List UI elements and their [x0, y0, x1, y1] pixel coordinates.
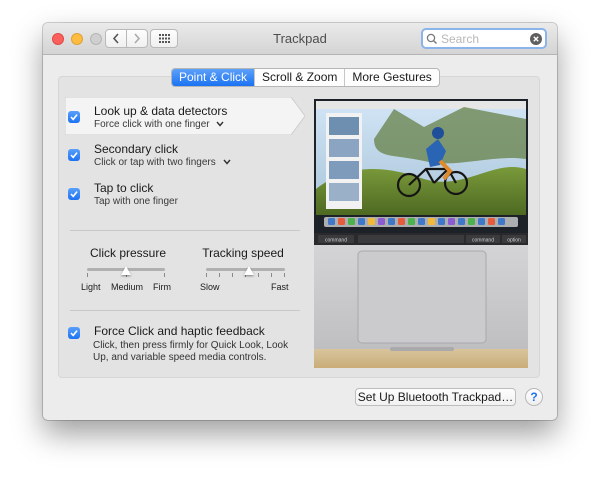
force-click-checkbox[interactable]	[68, 327, 80, 339]
force-click-description: Click, then press firmly for Quick Look,…	[93, 340, 289, 363]
chevron-down-icon	[216, 121, 224, 127]
secondary-click-subtitle-menu[interactable]: Click or tap with two fingers	[94, 157, 231, 168]
look-up-title: Look up & data detectors	[94, 104, 228, 118]
tap-to-click-subtitle: Tap with one finger	[94, 196, 178, 207]
divider	[70, 230, 300, 231]
look-up-checkbox[interactable]	[68, 111, 80, 123]
tab-scroll-zoom[interactable]: Scroll & Zoom	[254, 69, 344, 86]
tracking-speed-knob[interactable]	[244, 266, 255, 275]
look-up-subtitle: Force click with one finger	[94, 119, 210, 130]
tick-mark	[258, 273, 259, 277]
right-command-key: command	[472, 238, 494, 244]
tracking-speed-max-label: Fast	[271, 282, 289, 292]
tick-mark	[206, 273, 207, 277]
chevron-down-icon	[222, 159, 231, 165]
click-pressure-knob[interactable]	[121, 266, 131, 275]
click-pressure-mid-label: Medium	[111, 282, 144, 292]
checkmark-icon	[70, 191, 78, 198]
setup-bluetooth-trackpad-button[interactable]: Set Up Bluetooth Trackpad…	[355, 388, 516, 406]
tab-more-gestures[interactable]: More Gestures	[344, 69, 438, 86]
divider	[70, 310, 300, 311]
tracking-speed-min-label: Slow	[200, 282, 220, 292]
tab-bar: Point & Click Scroll & Zoom More Gesture…	[171, 68, 440, 87]
tap-to-click-checkbox[interactable]	[68, 188, 80, 200]
checkmark-icon	[70, 152, 78, 159]
tick-mark	[271, 273, 272, 277]
click-pressure-label: Click pressure	[89, 246, 167, 260]
trackpad-preview-image: command command option	[314, 99, 528, 368]
left-command-key: command	[325, 238, 347, 244]
click-pressure-min-label: Light	[81, 282, 101, 292]
tab-point-click[interactable]: Point & Click	[172, 69, 255, 86]
tick-mark	[87, 273, 88, 277]
tick-mark	[232, 273, 233, 277]
tick-mark	[284, 273, 285, 277]
checkmark-icon	[70, 114, 78, 121]
preferences-window: Trackpad Search Point & Click Scroll & Z…	[43, 23, 557, 420]
force-click-title: Force Click and haptic feedback	[94, 324, 265, 338]
secondary-click-subtitle: Click or tap with two fingers	[94, 157, 216, 168]
option-key: option	[507, 238, 521, 244]
look-up-subtitle-menu[interactable]: Force click with one finger	[94, 119, 224, 130]
clear-search-icon[interactable]	[530, 33, 542, 45]
search-field[interactable]: Search	[421, 28, 547, 49]
tap-to-click-title: Tap to click	[94, 181, 154, 195]
title-bar: Trackpad Search	[43, 23, 557, 55]
secondary-click-title: Secondary click	[94, 142, 179, 156]
tracking-speed-label: Tracking speed	[202, 246, 284, 260]
checkmark-icon	[70, 330, 78, 337]
help-button[interactable]: ?	[525, 388, 543, 406]
click-pressure-max-label: Firm	[153, 282, 171, 292]
search-placeholder: Search	[441, 32, 480, 46]
secondary-click-checkbox[interactable]	[68, 149, 80, 161]
tick-mark	[164, 273, 165, 277]
tick-mark	[219, 273, 220, 277]
search-icon	[426, 33, 437, 44]
